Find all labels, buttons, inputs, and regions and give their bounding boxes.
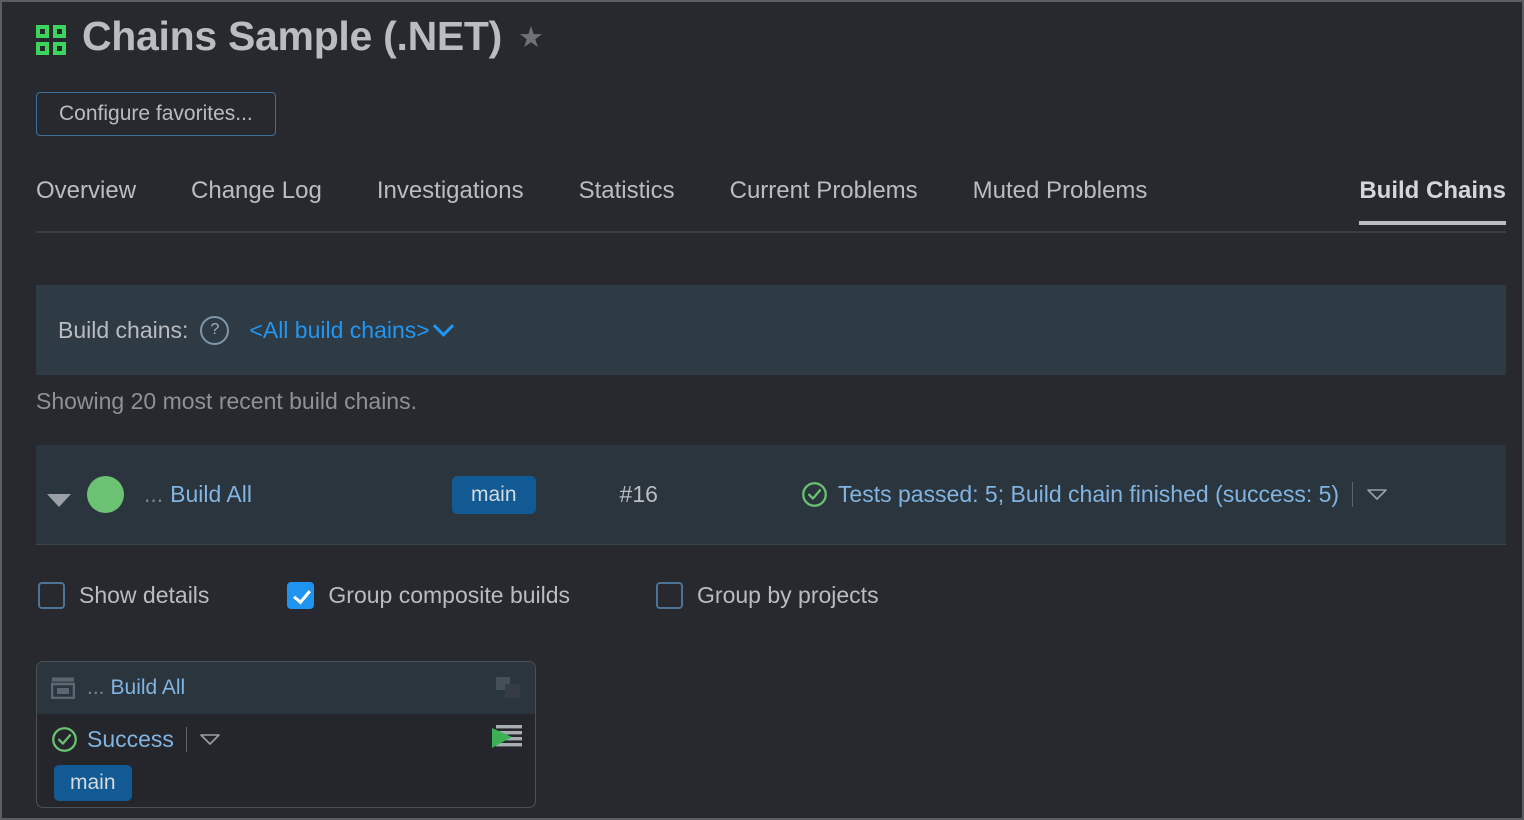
divider	[186, 727, 187, 752]
display-options-row: Show details Group composite builds Grou…	[38, 582, 879, 609]
card-path-ellipsis: ...	[87, 676, 105, 700]
build-card: ... Build All Success	[36, 661, 536, 808]
chain-path-ellipsis: ...	[144, 481, 163, 508]
tab-muted-problems[interactable]: Muted Problems	[973, 177, 1148, 223]
star-icon[interactable]: ★	[518, 24, 544, 53]
chain-status-group: Tests passed: 5; Build chain finished (s…	[801, 481, 1388, 508]
build-chains-label: Build chains:	[58, 317, 188, 344]
checkbox-box[interactable]	[656, 582, 683, 609]
tab-build-chains[interactable]: Build Chains	[1359, 177, 1506, 223]
build-card-header: ... Build All	[37, 662, 535, 714]
tab-statistics[interactable]: Statistics	[579, 177, 675, 223]
composite-build-icon	[51, 677, 75, 699]
checkbox-box[interactable]	[287, 582, 314, 609]
run-build-icon[interactable]	[490, 723, 522, 753]
build-chains-filter-bar: Build chains: ? <All build chains>	[36, 285, 1506, 375]
tab-investigations[interactable]: Investigations	[377, 177, 524, 223]
card-status-text[interactable]: Success	[87, 726, 174, 753]
chevron-down-icon	[433, 315, 454, 336]
card-branch-tag[interactable]: main	[54, 765, 132, 801]
grid-squares-icon	[36, 25, 66, 55]
checkbox-label: Group composite builds	[328, 582, 570, 609]
tab-change-log[interactable]: Change Log	[191, 177, 322, 223]
checkbox-label: Show details	[79, 582, 209, 609]
help-icon[interactable]: ?	[200, 316, 229, 345]
build-chain-row[interactable]: ... Build All main #16 Tests passed: 5; …	[36, 445, 1506, 545]
check-circle-icon	[51, 726, 78, 753]
duplicate-icon[interactable]	[495, 676, 521, 700]
page-title: Chains Sample (.NET)	[82, 16, 502, 57]
page-header: Chains Sample (.NET) ★	[36, 16, 544, 57]
checkbox-group-by-projects[interactable]: Group by projects	[656, 582, 879, 609]
triangle-down-icon[interactable]	[47, 494, 71, 507]
build-number[interactable]: #16	[620, 481, 658, 508]
build-card-body: Success main	[37, 714, 535, 801]
configure-favorites-button[interactable]: Configure favorites...	[36, 92, 276, 136]
branch-tag[interactable]: main	[452, 476, 536, 514]
checkbox-box[interactable]	[38, 582, 65, 609]
green-dot-status-icon	[87, 476, 124, 513]
check-circle-icon	[801, 481, 828, 508]
card-name-link[interactable]: Build All	[111, 676, 186, 700]
chain-status-text[interactable]: Tests passed: 5; Build chain finished (s…	[838, 481, 1339, 508]
tab-overview[interactable]: Overview	[36, 177, 136, 223]
checkbox-show-details[interactable]: Show details	[38, 582, 209, 609]
triangle-down-outline-icon[interactable]	[1366, 488, 1388, 501]
showing-count-text: Showing 20 most recent build chains.	[36, 388, 417, 415]
teamcity-build-chains-page: Chains Sample (.NET) ★ Configure favorit…	[0, 0, 1524, 820]
tab-current-problems[interactable]: Current Problems	[730, 177, 918, 223]
divider	[1352, 482, 1353, 507]
checkbox-group-composite-builds[interactable]: Group composite builds	[287, 582, 570, 609]
chain-name-link[interactable]: Build All	[170, 481, 252, 508]
checkbox-label: Group by projects	[697, 582, 879, 609]
build-chains-selector[interactable]: <All build chains>	[249, 317, 450, 344]
build-chains-selector-value: <All build chains>	[249, 317, 429, 344]
tab-bar: Overview Change Log Investigations Stati…	[36, 177, 1506, 233]
triangle-down-outline-icon[interactable]	[199, 733, 221, 746]
card-status-line: Success	[51, 726, 521, 753]
